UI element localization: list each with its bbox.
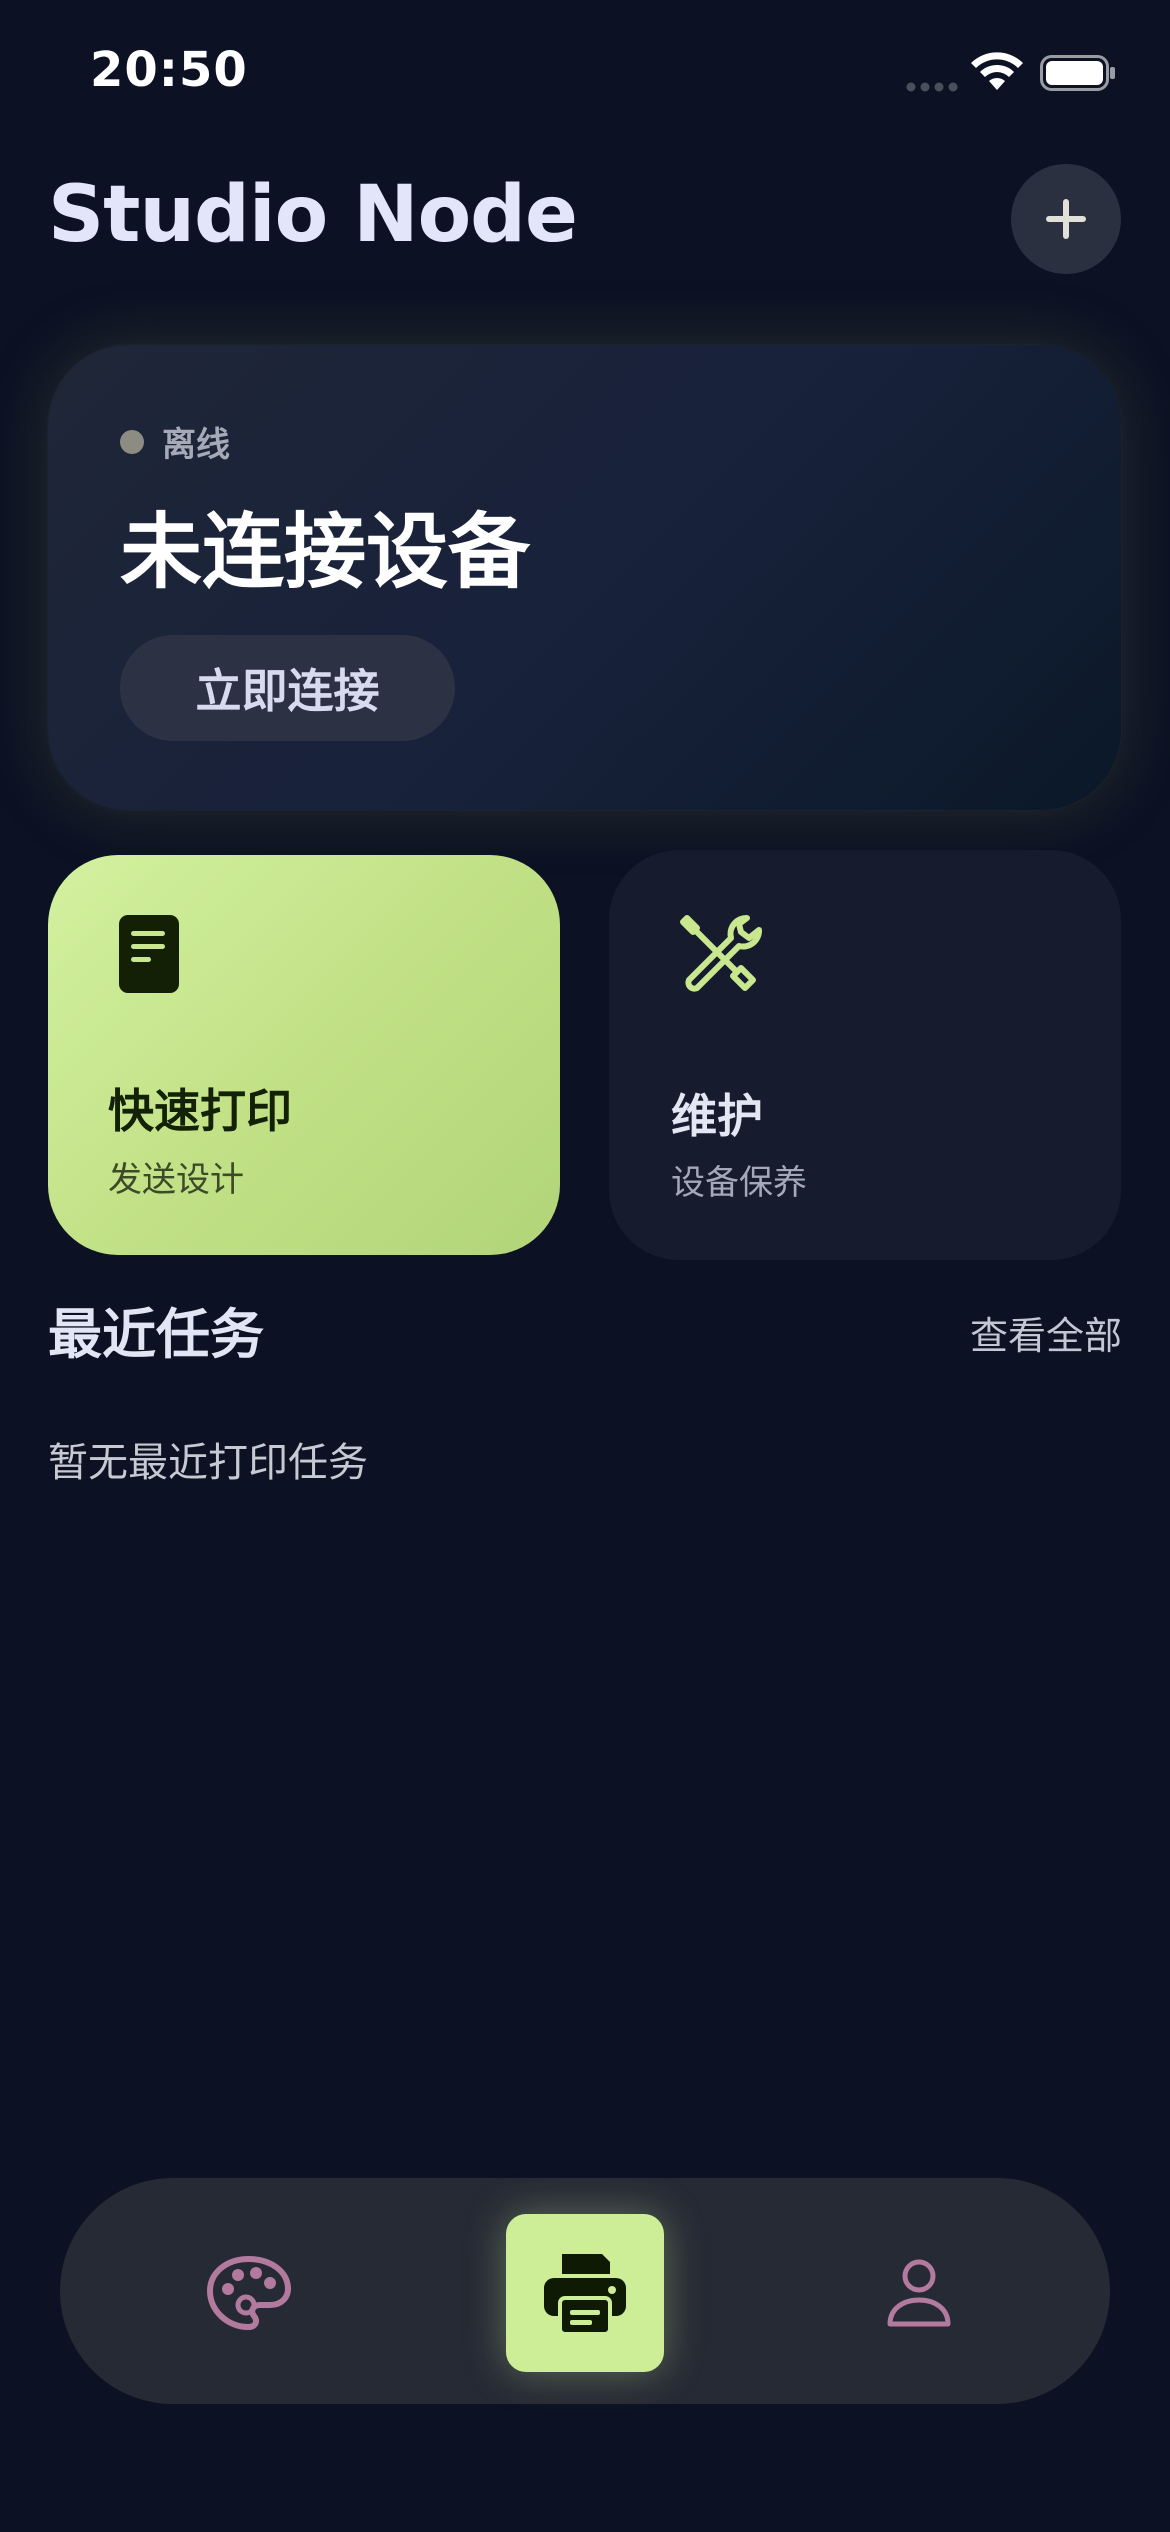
home-screen: 20:50 Studio Node 离线 未连接设备 立即连接 快速打印 发送设… [0, 0, 1170, 2532]
quick-print-card[interactable]: 快速打印 发送设计 [48, 855, 560, 1255]
tools-icon [680, 915, 762, 992]
plus-icon [1046, 199, 1086, 239]
view-all-link[interactable]: 查看全部 [970, 1305, 1122, 1360]
nav-print-tab[interactable] [506, 2214, 664, 2372]
status-label: 离线 [162, 425, 230, 465]
connection-status: 离线 [120, 417, 230, 466]
recent-tasks-title: 最近任务 [48, 1303, 264, 1366]
page-title: Studio Node [48, 170, 578, 260]
empty-recent-message: 暂无最近打印任务 [48, 1440, 368, 1486]
add-device-button[interactable] [1011, 164, 1121, 274]
wifi-icon [971, 52, 1023, 90]
maintenance-subtitle: 设备保养 [671, 1163, 807, 1203]
printer-icon [544, 2254, 626, 2336]
bottom-navigation [60, 2178, 1110, 2404]
quick-print-subtitle: 发送设计 [108, 1160, 244, 1200]
palette-icon [207, 2256, 291, 2330]
status-time: 20:50 [90, 42, 248, 98]
device-status-card: 离线 未连接设备 立即连接 [48, 345, 1121, 810]
maintenance-card[interactable]: 维护 设备保养 [609, 850, 1121, 1260]
battery-icon [1040, 55, 1115, 91]
document-icon [119, 915, 179, 993]
nav-design-tab[interactable] [170, 2214, 328, 2372]
connect-now-button[interactable]: 立即连接 [120, 635, 455, 741]
status-dot [120, 429, 144, 454]
nav-profile-tab[interactable] [840, 2214, 998, 2372]
status-bar: 20:50 [0, 0, 1170, 150]
quick-print-title: 快速打印 [108, 1084, 292, 1138]
cellular-signal-icon [906, 82, 958, 92]
device-title: 未连接设备 [120, 505, 531, 600]
maintenance-title: 维护 [671, 1089, 763, 1143]
user-icon [887, 2259, 951, 2327]
